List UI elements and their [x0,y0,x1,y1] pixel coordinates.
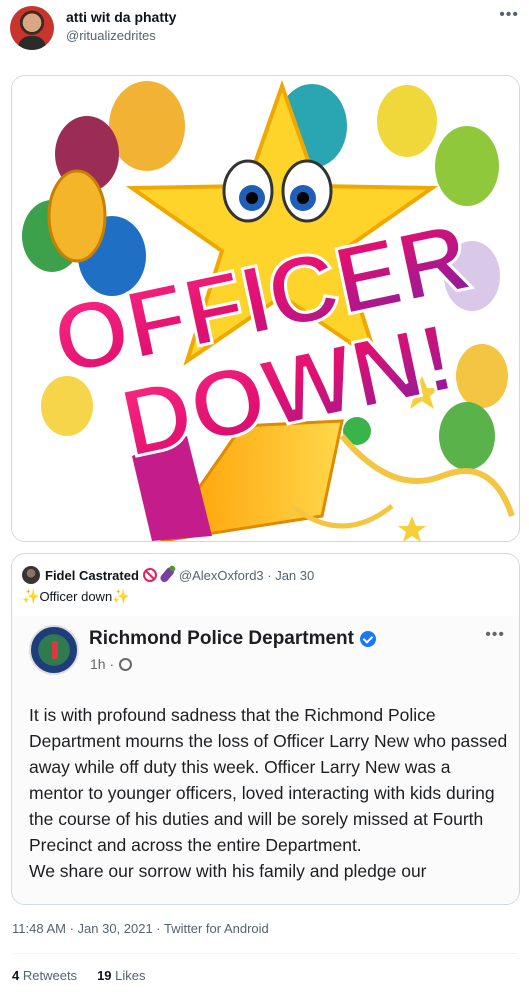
tweet-header: atti wit da phatty @ritualizedrites ••• [10,6,519,52]
user-avatar[interactable] [10,6,54,50]
fb-ellipsis-icon: ••• [485,626,505,643]
quoted-tweet-header: Fidel Castrated @AlexOxford3 · Jan 30 [22,565,314,585]
fb-paragraph-2: We share our sorrow with his family and … [29,861,427,881]
quoted-tweet-text: Officer down [39,589,113,604]
fb-page-name: Richmond Police Department [89,628,354,649]
eggplant-icon [158,566,176,584]
tweet-stats: 4 Retweets 19 Likes [12,968,146,983]
no-entry-icon [142,568,157,582]
retweets-count: 4 [12,968,20,983]
fb-page-name-row: Richmond Police Department [89,628,376,650]
ellipsis-icon[interactable]: ••• [499,6,519,24]
tweet-media-image[interactable]: OFFICER DOWN! [11,75,520,542]
user-handle[interactable]: @ritualizedrites [66,28,156,43]
quoted-tweet[interactable]: Fidel Castrated @AlexOxford3 · Jan 30 ✨ … [11,553,520,905]
fb-post-body: It is with profound sadness that the Ric… [29,702,509,884]
user-display-name[interactable]: atti wit da phatty [66,9,176,25]
quoted-user-avatar[interactable] [22,566,40,584]
verified-badge-icon [360,631,376,647]
likes-label: Likes [115,968,146,983]
police-badge-logo [29,625,79,675]
quoted-user-display-name[interactable]: Fidel Castrated [45,568,139,583]
fb-time-text: 1h · [90,656,115,672]
likes-count: 19 [97,968,112,983]
fb-post-time: 1h · [90,656,133,672]
globe-icon [119,657,133,671]
officer-down-graphic: OFFICER DOWN! [12,76,519,541]
divider [12,953,517,954]
retweets-label: Retweets [22,968,78,983]
tweet-timestamp[interactable]: 11:48 AM · Jan 30, 2021 · Twitter for An… [12,921,269,936]
quoted-user-handle-date: @AlexOxford3 · Jan 30 [178,567,315,583]
facebook-post-screenshot: Richmond Police Department 1h · ••• It i… [12,616,519,904]
sparkle-icon: ✨ [112,588,130,604]
sparkle-icon: ✨ [22,588,40,604]
quoted-tweet-text-row: ✨ Officer down ✨ [22,588,130,605]
fb-paragraph-1: It is with profound sadness that the Ric… [29,705,508,855]
retweets-stat[interactable]: 4 Retweets [12,968,77,983]
likes-stat[interactable]: 19 Likes [97,968,145,983]
